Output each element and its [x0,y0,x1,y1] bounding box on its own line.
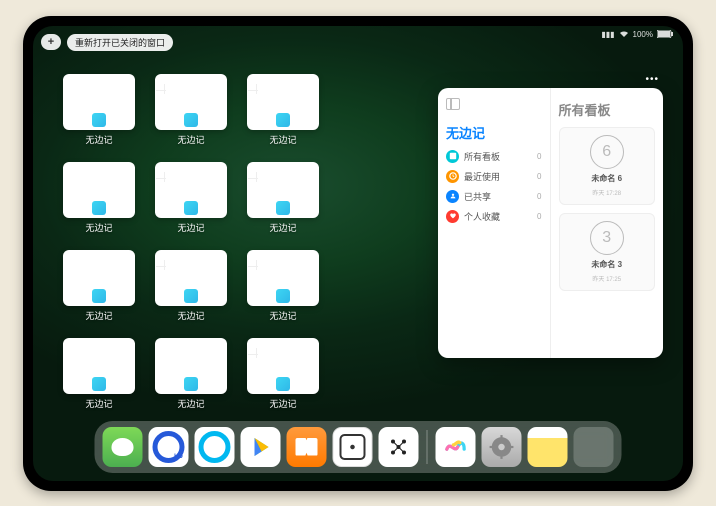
board-card[interactable]: 6 未命名 6 昨天 17:28 [559,127,656,205]
dock: HD [95,421,622,473]
screen: ▮▮▮ 100% + 重新打开已关闭的窗口 无边记无边记无边记无边记无边记无边记… [33,26,683,481]
row-icon [446,170,459,183]
row-count: 0 [537,212,541,221]
row-label: 已共享 [464,190,491,203]
thumb-preview [247,250,319,306]
board-name: 未命名 6 [591,173,622,184]
thumb-preview [247,74,319,130]
dock-app-freeform[interactable] [436,427,476,467]
dock-app-play[interactable] [241,427,281,467]
thumb-preview [63,338,135,394]
thumb-preview [155,74,227,130]
window-thumb[interactable]: 无边记 [155,162,227,244]
thumb-label: 无边记 [85,133,112,146]
thumb-label: 无边记 [177,221,204,234]
top-bar: + 重新打开已关闭的窗口 [41,34,173,51]
sidebar-panel: 无边记 所有看板 0 最近使用 0 已共享 0 个人收藏 0 [438,88,551,358]
dock-app-q2[interactable] [195,427,235,467]
thumb-label: 无边记 [269,221,296,234]
row-count: 0 [537,152,541,161]
window-thumb[interactable]: 无边记 [247,162,319,244]
row-count: 0 [537,192,541,201]
dock-app-multi[interactable] [574,427,614,467]
thumb-preview [63,250,135,306]
board-date: 昨天 17:25 [592,274,621,283]
ipad-frame: ▮▮▮ 100% + 重新打开已关闭的窗口 无边记无边记无边记无边记无边记无边记… [23,16,693,491]
panel-title-right: 所有看板 [559,100,656,119]
window-thumb[interactable]: 无边记 [155,250,227,332]
window-thumb[interactable]: 无边记 [247,250,319,332]
window-grid: 无边记无边记无边记无边记无边记无边记无边记无边记无边记无边记无边记无边记 [63,74,423,420]
dock-separator [427,430,428,464]
thumb-preview [155,250,227,306]
thumb-label: 无边记 [85,309,112,322]
thumb-preview [155,162,227,218]
window-thumb[interactable]: 无边记 [155,338,227,420]
wifi-icon [619,30,629,40]
dock-app-qhd[interactable]: HD [149,427,189,467]
thumb-label: 无边记 [85,221,112,234]
window-thumb[interactable]: 无边记 [63,250,135,332]
dock-app-die[interactable] [333,427,373,467]
window-thumb[interactable]: 无边记 [63,74,135,156]
status-bar: ▮▮▮ 100% [601,30,673,40]
thumb-preview [155,338,227,394]
row-label: 所有看板 [464,150,500,163]
window-thumb[interactable]: 无边记 [247,74,319,156]
row-count: 0 [537,172,541,181]
sidebar-item[interactable]: 已共享 0 [446,190,542,203]
sidebar-item[interactable]: 最近使用 0 [446,170,542,183]
dock-app-books[interactable] [287,427,327,467]
thumb-label: 无边记 [177,397,204,410]
thumb-label: 无边记 [85,397,112,410]
thumb-label: 无边记 [177,309,204,322]
sidebar-item[interactable]: 所有看板 0 [446,150,542,163]
thumb-label: 无边记 [177,133,204,146]
battery-label: 100% [633,30,653,39]
sidebar-item[interactable]: 个人收藏 0 [446,210,542,223]
dock-app-dots[interactable] [379,427,419,467]
battery-icon [657,30,673,40]
more-icon[interactable]: ••• [645,74,659,85]
signal-icon: ▮▮▮ [601,30,614,39]
dock-app-settings[interactable] [482,427,522,467]
window-thumb[interactable]: 无边记 [63,338,135,420]
thumb-preview [247,338,319,394]
board-sketch: 6 [590,135,624,169]
thumb-preview [247,162,319,218]
board-sketch: 3 [590,221,624,255]
window-thumb[interactable]: 无边记 [63,162,135,244]
row-label: 最近使用 [464,170,500,183]
stage-window[interactable]: ••• 无边记 所有看板0最近使用0已共享0个人收藏0 所有看板 6未命名 6昨… [438,88,663,358]
row-icon [446,190,459,203]
board-date: 昨天 17:28 [592,188,621,197]
thumb-label: 无边记 [269,397,296,410]
board-card[interactable]: 3 未命名 3 昨天 17:25 [559,213,656,291]
row-icon [446,150,459,163]
row-icon [446,210,459,223]
window-thumb[interactable]: 无边记 [155,74,227,156]
thumb-label: 无边记 [269,309,296,322]
dock-app-wechat[interactable] [103,427,143,467]
sidebar-toggle-icon[interactable] [446,98,460,110]
thumb-preview [63,162,135,218]
boards-panel: 所有看板 6 未命名 6 昨天 17:28 3 未命名 3 昨天 17:25 [551,88,664,358]
new-window-button[interactable]: + [41,34,61,50]
dock-app-notes[interactable] [528,427,568,467]
thumb-label: 无边记 [269,133,296,146]
window-thumb[interactable]: 无边记 [247,338,319,420]
panel-title-left: 无边记 [446,123,542,142]
row-label: 个人收藏 [464,210,500,223]
board-name: 未命名 3 [591,259,622,270]
thumb-preview [63,74,135,130]
reopen-closed-window-button[interactable]: 重新打开已关闭的窗口 [67,34,173,51]
